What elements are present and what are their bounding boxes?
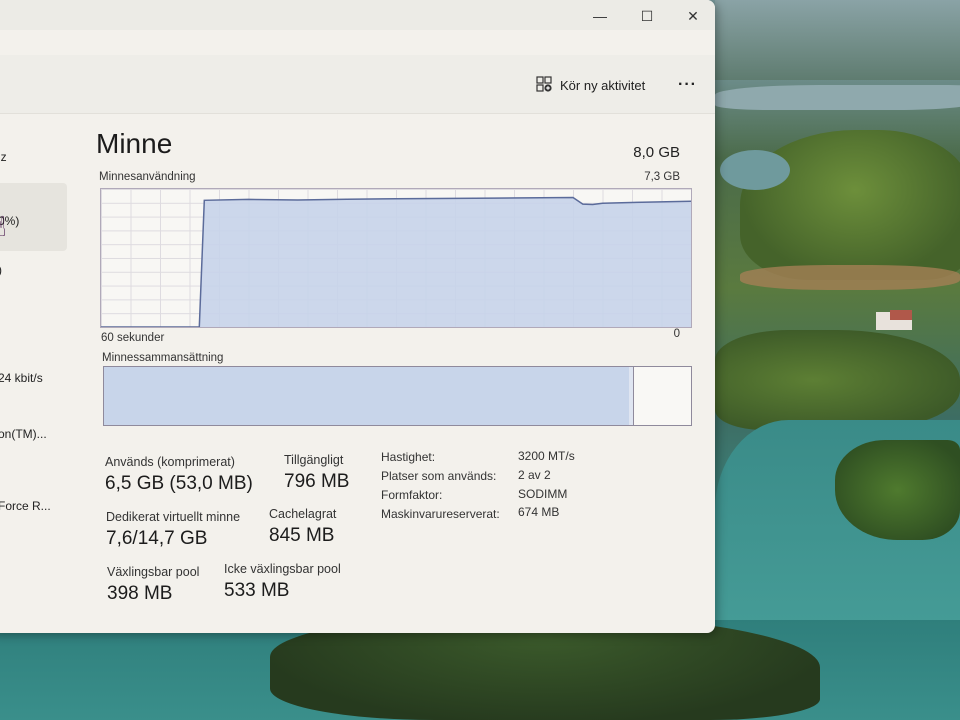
wallpaper-hill [715, 330, 960, 430]
composition-label: Minnessammansättning [102, 352, 224, 364]
stat-committed-label: Dedikerat virtuellt minne [106, 510, 241, 524]
stat-nonpaged-pool-value: 533 MB [224, 580, 290, 601]
stat-available: Tillgängligt 796 MB [284, 453, 349, 493]
memory-usage-chart [101, 196, 691, 327]
sidebar-item-label[interactable]: ) [0, 263, 2, 277]
stat-paged-pool-label: Växlingsbar pool [107, 565, 200, 579]
usage-graph-max: 7,3 GB [644, 171, 680, 183]
wallpaper-lake [715, 85, 960, 110]
close-button[interactable]: ✕ [673, 2, 713, 30]
sidebar-item-label[interactable]: on(TM)... [0, 427, 47, 441]
hand-cursor-icon: ☝ [0, 210, 7, 243]
run-task-label: Kör ny aktivitet [560, 78, 646, 93]
sidebar-item-label[interactable]: lz [0, 150, 7, 164]
memory-total: 8,0 GB [633, 144, 680, 161]
stat-available-value: 796 MB [284, 471, 350, 492]
sidebar-item-label[interactable]: Force R... [0, 499, 51, 513]
detail-speed-label: Hastighet: [381, 450, 436, 464]
maximize-button[interactable]: ☐ [627, 2, 667, 30]
wallpaper-house-roof [890, 310, 912, 320]
stat-paged-pool-value: 398 MB [107, 583, 173, 604]
stat-in-use: Används (komprimerat) 6,5 GB (53,0 MB) [105, 455, 253, 495]
wallpaper-shore [740, 265, 960, 290]
detail-hw-reserved-label: Maskinvarureserverat: [381, 507, 500, 521]
graph-time-left-label: 60 sekunder [101, 332, 165, 344]
sidebar-item-label[interactable]: 24 kbit/s [0, 371, 43, 385]
run-task-icon [536, 76, 552, 95]
memory-usage-graph [100, 188, 692, 328]
composition-modified [629, 367, 635, 425]
detail-form-factor-label: Formfaktor: [381, 488, 443, 502]
more-options-button[interactable]: ··· [678, 76, 697, 94]
stat-committed: Dedikerat virtuellt minne 7,6/14,7 GB [106, 510, 240, 550]
page-title: Minne [96, 128, 173, 159]
wallpaper-lake [720, 150, 790, 190]
stat-cached-value: 845 MB [269, 525, 335, 546]
stat-nonpaged-pool: Icke växlingsbar pool 533 MB [224, 562, 341, 602]
usage-area [101, 197, 691, 327]
graph-time-right-label: 0 [673, 328, 680, 340]
detail-slots-value: 2 av 2 [518, 468, 551, 482]
memory-composition-bar[interactable] [103, 366, 692, 426]
minimize-button[interactable]: — [580, 2, 620, 30]
task-manager-window: — ☐ ✕ Kör ny aktivitet ··· lz 0%) ) 24 k… [0, 0, 715, 633]
wallpaper-sky [715, 0, 960, 80]
stat-cached: Cachelagrat 845 MB [269, 507, 336, 547]
stat-available-label: Tillgängligt [284, 453, 344, 467]
stat-committed-value: 7,6/14,7 GB [106, 528, 208, 549]
stat-in-use-value: 6,5 GB (53,0 MB) [105, 473, 253, 494]
stat-paged-pool: Växlingsbar pool 398 MB [107, 565, 199, 605]
composition-in-use [104, 367, 631, 425]
stat-nonpaged-pool-label: Icke växlingsbar pool [224, 562, 341, 576]
stat-cached-label: Cachelagrat [269, 507, 337, 521]
detail-speed-value: 3200 MT/s [518, 449, 575, 463]
detail-hw-reserved-value: 674 MB [518, 505, 560, 519]
usage-graph-label: Minnesanvändning [99, 171, 196, 183]
stat-in-use-label: Används (komprimerat) [105, 455, 235, 469]
detail-slots-label: Platser som används: [381, 469, 497, 483]
detail-form-factor-value: SODIMM [518, 487, 568, 501]
wallpaper-island [835, 440, 960, 540]
run-new-task-button[interactable]: Kör ny aktivitet [536, 76, 645, 95]
